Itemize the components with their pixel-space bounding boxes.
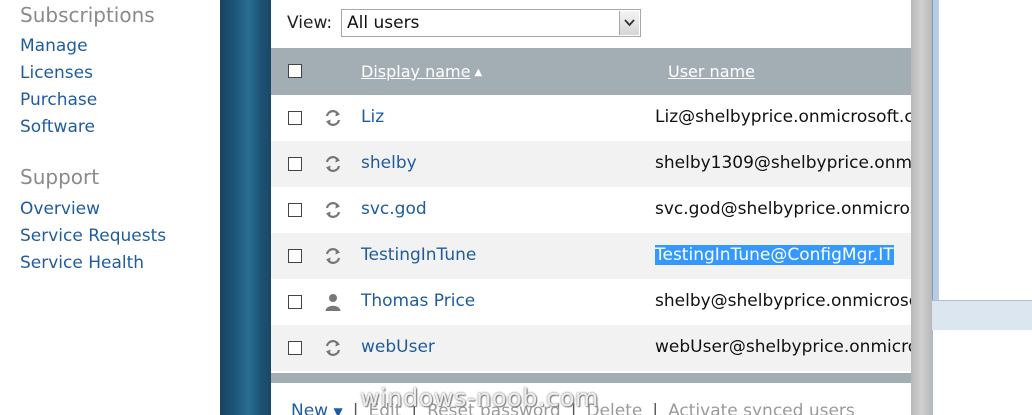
- user-name-cell-selected[interactable]: TestingInTune@ConfigMgr.IT: [655, 245, 894, 265]
- user-icon: [325, 294, 341, 311]
- user-display-name-link[interactable]: Thomas Price: [361, 291, 475, 311]
- background-window-content: [932, 330, 1032, 415]
- user-display-name-link[interactable]: Liz: [361, 107, 384, 127]
- dropdown-arrow-icon: ▼: [333, 405, 343, 415]
- nav-link-service-requests[interactable]: Service Requests: [20, 225, 166, 247]
- toolbar-separator: |: [652, 401, 659, 415]
- sync-icon: [325, 340, 341, 356]
- view-select-value: All users: [347, 13, 420, 33]
- view-select[interactable]: All users: [341, 9, 641, 37]
- user-name-cell: svc.god@shelbyprice.onmicrosoft.com: [655, 199, 911, 219]
- background-window: [938, 0, 1032, 300]
- grid-header: Display name ▲ User name: [271, 48, 911, 95]
- user-name-cell: webUser@shelbyprice.onmicrosoft.com: [655, 337, 911, 357]
- column-header-display-name[interactable]: Display name ▲: [361, 62, 482, 81]
- sync-icon: [325, 156, 341, 172]
- users-panel: View: All users Display name ▲ User name …: [271, 0, 911, 415]
- table-row[interactable]: TestingInTune TestingInTune@ConfigMgr.IT: [271, 233, 911, 279]
- column-header-display-name-label: Display name: [361, 62, 471, 81]
- row-checkbox[interactable]: [288, 341, 302, 355]
- column-header-user-name[interactable]: User name: [668, 62, 755, 81]
- watermark-text: windows-noob.com: [360, 384, 599, 412]
- table-row[interactable]: Thomas Price shelby@shelbyprice.onmicros…: [271, 279, 911, 325]
- activate-synced-users-button[interactable]: Activate synced users: [668, 401, 855, 415]
- select-all-checkbox[interactable]: [288, 64, 302, 78]
- chevron-down-icon[interactable]: [619, 11, 639, 35]
- sync-icon: [325, 110, 341, 126]
- nav-link-manage[interactable]: Manage: [20, 35, 88, 57]
- view-label: View:: [287, 13, 333, 33]
- table-row[interactable]: Liz Liz@shelbyprice.onmicrosoft.com: [271, 95, 911, 141]
- nav-link-licenses[interactable]: Licenses: [20, 62, 93, 84]
- background-stripe: [220, 0, 271, 415]
- background-window-bar: [932, 300, 1032, 331]
- nav-link-overview[interactable]: Overview: [20, 198, 100, 220]
- row-checkbox[interactable]: [288, 295, 302, 309]
- table-row[interactable]: svc.god svc.god@shelbyprice.onmicrosoft.…: [271, 187, 911, 233]
- nav-link-service-health[interactable]: Service Health: [20, 252, 144, 274]
- table-row[interactable]: shelby shelby1309@shelbyprice.onmicrosof…: [271, 141, 911, 187]
- nav-heading-support: Support: [20, 165, 100, 189]
- row-checkbox[interactable]: [288, 157, 302, 171]
- user-display-name-link[interactable]: webUser: [361, 337, 435, 357]
- user-display-name-link[interactable]: svc.god: [361, 199, 427, 219]
- nav-heading-subscriptions: Subscriptions: [20, 3, 155, 27]
- scrollbar-thumb[interactable]: [911, 0, 932, 415]
- nav-link-software[interactable]: Software: [20, 116, 95, 138]
- row-checkbox[interactable]: [288, 111, 302, 125]
- sync-icon: [325, 202, 341, 218]
- nav-link-purchase[interactable]: Purchase: [20, 89, 97, 111]
- grid-footer: [271, 373, 911, 383]
- user-display-name-link[interactable]: TestingInTune: [361, 245, 476, 265]
- new-button-label: New: [291, 401, 329, 415]
- left-navigation: Subscriptions Manage Licenses Purchase S…: [0, 0, 220, 415]
- sync-icon: [325, 248, 341, 264]
- table-row[interactable]: webUser webUser@shelbyprice.onmicrosoft.…: [271, 325, 911, 371]
- new-button[interactable]: New ▼: [291, 401, 343, 415]
- user-name-cell: shelby1309@shelbyprice.onmicrosoft.com: [655, 153, 911, 173]
- user-name-cell: shelby@shelbyprice.onmicrosoft.com: [655, 291, 911, 311]
- window-edge: [932, 0, 939, 300]
- row-checkbox[interactable]: [288, 203, 302, 217]
- sort-ascending-icon: ▲: [474, 67, 483, 78]
- toolbar-separator: |: [352, 401, 359, 415]
- row-checkbox[interactable]: [288, 249, 302, 263]
- user-display-name-link[interactable]: shelby: [361, 153, 417, 173]
- user-name-cell: Liz@shelbyprice.onmicrosoft.com: [655, 107, 911, 127]
